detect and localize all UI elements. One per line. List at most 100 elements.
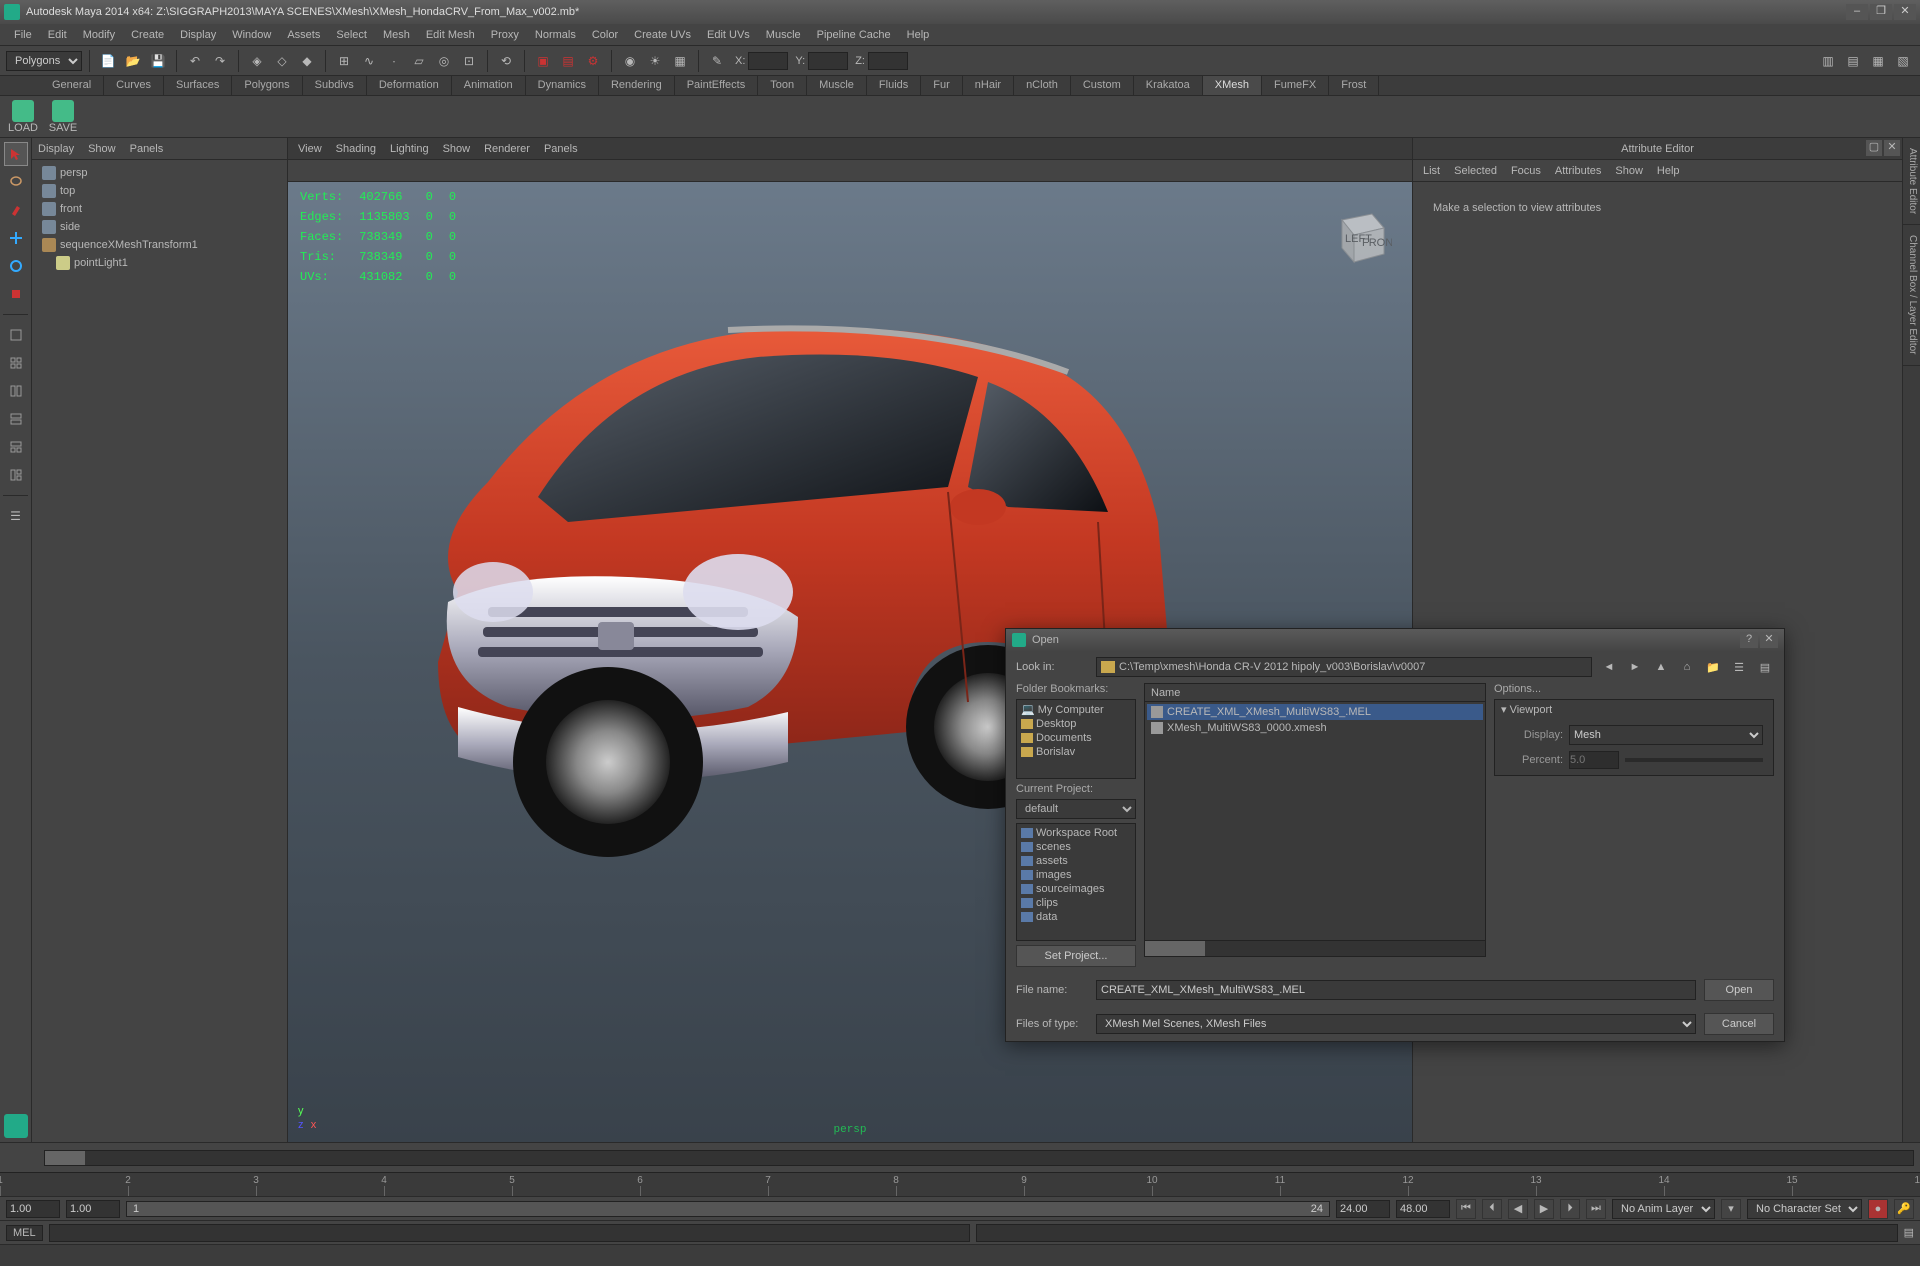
toggle-attribute-editor-icon[interactable]: ▥ — [1817, 50, 1839, 72]
vp-menu-view[interactable]: View — [298, 143, 322, 155]
menu-proxy[interactable]: Proxy — [483, 26, 527, 44]
vp-grid-icon[interactable] — [372, 162, 390, 180]
outliner-hscroll[interactable] — [44, 1150, 1914, 1166]
shelf-tab-frost[interactable]: Frost — [1329, 76, 1379, 95]
vp-aa-icon[interactable] — [712, 162, 730, 180]
menu-create[interactable]: Create — [123, 26, 172, 44]
x-input[interactable] — [748, 52, 788, 70]
ae-menu-selected[interactable]: Selected — [1454, 165, 1497, 177]
view-list-icon[interactable]: ☰ — [1730, 658, 1748, 676]
percent-slider[interactable] — [1625, 758, 1763, 762]
input-numeric-icon[interactable]: ✎ — [706, 50, 728, 72]
menu-window[interactable]: Window — [224, 26, 279, 44]
vp-2d-pan-icon[interactable] — [352, 162, 370, 180]
layout-two-stacked-icon[interactable] — [4, 407, 28, 431]
vp-use-lights-icon[interactable] — [552, 162, 570, 180]
ae-menu-attributes[interactable]: Attributes — [1555, 165, 1601, 177]
vp-safe-title-icon[interactable] — [472, 162, 490, 180]
rewind-icon[interactable]: ⏮ — [1456, 1199, 1476, 1219]
menu-help[interactable]: Help — [899, 26, 938, 44]
maximize-button[interactable]: ❐ — [1870, 4, 1892, 20]
vp-menu-shading[interactable]: Shading — [336, 143, 376, 155]
shelf-tab-fluids[interactable]: Fluids — [867, 76, 921, 95]
z-input[interactable] — [868, 52, 908, 70]
percent-input[interactable] — [1569, 751, 1619, 769]
shelf-tab-dynamics[interactable]: Dynamics — [526, 76, 599, 95]
menu-modify[interactable]: Modify — [75, 26, 123, 44]
play-back-icon[interactable]: ◀ — [1508, 1199, 1528, 1219]
render-settings-icon[interactable]: ⚙ — [582, 50, 604, 72]
layout-single-icon[interactable] — [4, 323, 28, 347]
shelf-tab-xmesh[interactable]: XMesh — [1203, 76, 1262, 95]
view-cube-icon[interactable]: LEFT FRONT — [1322, 202, 1392, 272]
ae-menu-help[interactable]: Help — [1657, 165, 1680, 177]
new-scene-icon[interactable]: 📄 — [97, 50, 119, 72]
step-back-icon[interactable]: ⏴ — [1482, 1199, 1502, 1219]
menu-normals[interactable]: Normals — [527, 26, 584, 44]
side-tab-attribute-editor[interactable]: Attribute Editor — [1903, 138, 1920, 225]
shelf-load-button[interactable]: LOAD — [6, 100, 40, 134]
open-button[interactable]: Open — [1704, 979, 1774, 1001]
current-project-select[interactable]: default — [1016, 799, 1136, 819]
snap-view-icon[interactable]: ⊡ — [458, 50, 480, 72]
step-forward-icon[interactable]: ⏵ — [1560, 1199, 1580, 1219]
view-details-icon[interactable]: ▤ — [1756, 658, 1774, 676]
nav-home-icon[interactable]: ⌂ — [1678, 658, 1696, 676]
render-icon[interactable]: ▣ — [532, 50, 554, 72]
layout-two-side-icon[interactable] — [4, 379, 28, 403]
range-end-field[interactable] — [1336, 1200, 1390, 1218]
outliner-node-side[interactable]: side — [36, 218, 283, 236]
vp-dof-icon[interactable] — [692, 162, 710, 180]
vp-bookmark-icon[interactable] — [312, 162, 330, 180]
outliner-menu-panels[interactable]: Panels — [130, 143, 164, 155]
ae-dock-icon[interactable]: ▢ — [1866, 140, 1882, 156]
nav-up-icon[interactable]: ▲ — [1652, 658, 1670, 676]
menu-edit[interactable]: Edit — [40, 26, 75, 44]
time-slider[interactable]: 12345678910111213141516 — [0, 1172, 1920, 1196]
cancel-button[interactable]: Cancel — [1704, 1013, 1774, 1035]
ae-menu-show[interactable]: Show — [1615, 165, 1643, 177]
ws-data[interactable]: data — [1019, 910, 1133, 924]
snap-grid-icon[interactable]: ⊞ — [333, 50, 355, 72]
new-folder-icon[interactable]: 📁 — [1704, 658, 1722, 676]
ws-root[interactable]: Workspace Root — [1019, 826, 1133, 840]
shelf-tab-deformation[interactable]: Deformation — [367, 76, 452, 95]
shelf-tab-surfaces[interactable]: Surfaces — [164, 76, 232, 95]
layout-four-icon[interactable] — [4, 351, 28, 375]
shelf-tab-rendering[interactable]: Rendering — [599, 76, 675, 95]
set-project-button[interactable]: Set Project... — [1016, 945, 1136, 967]
vp-hq-icon[interactable] — [632, 162, 650, 180]
shelf-tab-custom[interactable]: Custom — [1071, 76, 1134, 95]
snap-curve-icon[interactable]: ∿ — [358, 50, 380, 72]
ae-menu-focus[interactable]: Focus — [1511, 165, 1541, 177]
fast-forward-icon[interactable]: ⏭ — [1586, 1199, 1606, 1219]
ws-assets[interactable]: assets — [1019, 854, 1133, 868]
anim-layer-select[interactable]: No Anim Layer — [1612, 1199, 1715, 1219]
outliner-node-persp[interactable]: persp — [36, 164, 283, 182]
outliner-toggle-icon[interactable]: ☰ — [4, 504, 28, 528]
rotate-tool-icon[interactable] — [4, 254, 28, 278]
menu-select[interactable]: Select — [328, 26, 375, 44]
filetype-select[interactable]: XMesh Mel Scenes, XMesh Files — [1096, 1014, 1696, 1034]
file-list[interactable]: CREATE_XML_XMesh_MultiWS83_.MEL XMesh_Mu… — [1144, 701, 1486, 941]
select-by-hierarchy-icon[interactable]: ◈ — [246, 50, 268, 72]
toggle-channel-box-icon[interactable]: ▦ — [1867, 50, 1889, 72]
redo-icon[interactable]: ↷ — [209, 50, 231, 72]
save-scene-icon[interactable]: 💾 — [147, 50, 169, 72]
vp-menu-lighting[interactable]: Lighting — [390, 143, 429, 155]
vp-menu-panels[interactable]: Panels — [544, 143, 578, 155]
shelf-tab-polygons[interactable]: Polygons — [232, 76, 302, 95]
file-row[interactable]: XMesh_MultiWS83_0000.xmesh — [1147, 720, 1483, 736]
vp-safe-action-icon[interactable] — [452, 162, 470, 180]
construction-history-icon[interactable]: ⟲ — [495, 50, 517, 72]
range-slider[interactable]: 124 — [126, 1201, 1330, 1217]
lights-icon[interactable]: ☀ — [644, 50, 666, 72]
shelf-save-button[interactable]: SAVE — [46, 100, 80, 134]
ae-close-icon[interactable]: ✕ — [1884, 140, 1900, 156]
bookmarks-list[interactable]: 💻My Computer Desktop Documents Borislav — [1016, 699, 1136, 779]
toggle-tool-settings-icon[interactable]: ▤ — [1842, 50, 1864, 72]
vp-select-camera-icon[interactable] — [292, 162, 310, 180]
file-row-selected[interactable]: CREATE_XML_XMesh_MultiWS83_.MEL — [1147, 704, 1483, 720]
viewport-section-header[interactable]: ▾ Viewport — [1495, 700, 1773, 719]
paint-select-tool-icon[interactable] — [4, 198, 28, 222]
